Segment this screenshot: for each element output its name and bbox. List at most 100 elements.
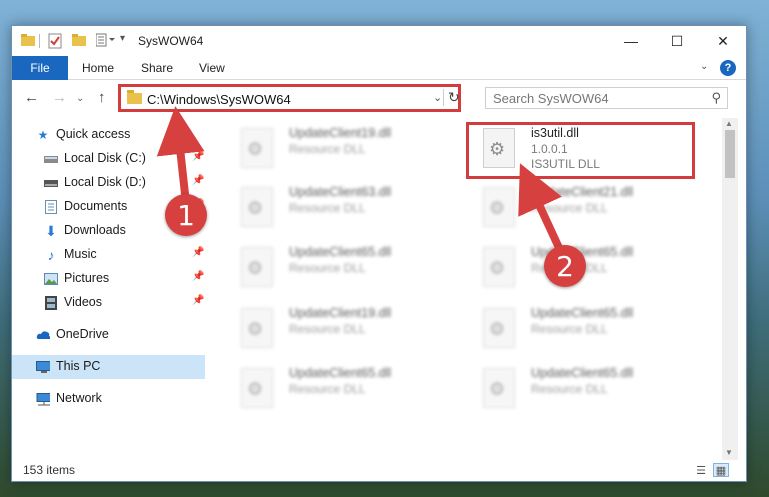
step-badge-1: 1 (165, 194, 207, 236)
sidebar-item-local-disk-c[interactable]: Local Disk (C:) 📌 (12, 147, 205, 171)
cloud-icon (36, 328, 50, 342)
file-type: Resource DLL (289, 382, 366, 396)
download-icon: ⬇ (45, 222, 57, 239)
pin-icon: 📌 (192, 295, 205, 306)
drive-icon (44, 152, 58, 166)
sidebar-item-music[interactable]: ♪ Music 📌 (12, 243, 205, 267)
list-item[interactable]: ⚙ UpdateClient65.dll Resource DLL (227, 360, 452, 416)
list-item[interactable]: ⚙ UpdateClient21.dll Resource DLL (469, 179, 694, 235)
search-box[interactable]: Search SysWOW64 ⚲ (485, 87, 728, 109)
video-icon (44, 296, 58, 310)
properties-icon[interactable] (48, 33, 62, 49)
dll-file-icon: ⚙ (241, 308, 273, 348)
sidebar-item-network[interactable]: Network (12, 387, 205, 411)
sidebar-item-label: Downloads (64, 223, 126, 237)
file-explorer-window: ▾ SysWOW64 — ☐ ✕ File Home Share View ⌄ … (11, 25, 747, 482)
network-icon (36, 392, 50, 406)
sidebar-item-local-disk-d[interactable]: Local Disk (D:) 📌 (12, 171, 205, 195)
sidebar-item-label: Local Disk (C:) (64, 151, 146, 165)
search-icon[interactable]: ⚲ (711, 90, 721, 106)
sidebar-item-onedrive[interactable]: OneDrive (12, 323, 205, 347)
sidebar-item-label: OneDrive (56, 327, 109, 341)
back-arrow-icon[interactable]: ← (24, 89, 39, 106)
separator (39, 34, 40, 48)
dll-file-icon: ⚙ (483, 247, 515, 287)
pin-icon: 📌 (192, 151, 205, 162)
minimize-button[interactable]: — (608, 26, 654, 56)
file-name: UpdateClient65.dll (531, 306, 634, 320)
refresh-icon[interactable]: ↻ (443, 89, 460, 106)
sidebar-item-label: Documents (64, 199, 128, 213)
maximize-button[interactable]: ☐ (654, 26, 700, 56)
large-icons-view-icon[interactable]: ▦ (713, 463, 729, 477)
list-item[interactable]: ⚙ UpdateClient19.dll Resource DLL (227, 300, 452, 356)
sidebar-item-this-pc[interactable]: This PC (12, 355, 205, 379)
title-bar: ▾ SysWOW64 — ☐ ✕ (12, 26, 746, 56)
file-name: UpdateClient65.dll (531, 366, 634, 380)
folder-icon (21, 33, 35, 49)
file-type: Resource DLL (289, 201, 366, 215)
file-type: Resource DLL (289, 322, 366, 336)
new-folder-icon[interactable] (72, 33, 86, 49)
address-path[interactable]: C:\Windows\SysWOW64 (147, 92, 291, 107)
address-bar[interactable]: C:\Windows\SysWOW64 ⌄ ↻ (118, 84, 461, 112)
file-type: Resource DLL (531, 322, 608, 336)
scrollbar-thumb[interactable] (725, 130, 735, 178)
sidebar-item-label: Videos (64, 295, 102, 309)
dll-file-icon: ⚙ (483, 308, 515, 348)
sidebar-item-pictures[interactable]: Pictures 📌 (12, 267, 205, 291)
pin-icon: 📌 (192, 271, 205, 282)
tab-file[interactable]: File (12, 56, 68, 80)
list-item[interactable]: ⚙ UpdateClient65.dll Resource DLL (469, 360, 694, 416)
quick-access-dropdown-icon[interactable]: ▾ (120, 33, 125, 49)
sidebar-item-videos[interactable]: Videos 📌 (12, 291, 205, 315)
drive-icon (44, 176, 58, 190)
file-name: UpdateClient21.dll (531, 185, 634, 199)
dll-file-icon: ⚙ (241, 247, 273, 287)
up-arrow-icon[interactable]: ↑ (98, 89, 106, 106)
item-count: 153 items (23, 463, 76, 477)
list-item[interactable]: ⚙ UpdateClient65.dll Resource DLL (469, 300, 694, 356)
step-badge-2: 2 (544, 245, 586, 287)
folder-icon (127, 90, 142, 104)
list-item[interactable]: ⚙ UpdateClient63.dll Resource DLL (227, 179, 452, 235)
list-item[interactable]: ⚙ UpdateClient19.dll Resource DLL (227, 120, 452, 176)
details-view-icon[interactable]: ☰ (693, 463, 709, 477)
file-type: Resource DLL (531, 201, 608, 215)
sidebar-item-quick-access[interactable]: ★ Quick access (12, 123, 205, 147)
window-title: SysWOW64 (138, 34, 204, 48)
dll-file-icon: ⚙ (241, 128, 273, 168)
tab-view[interactable]: View (199, 56, 225, 80)
sidebar-item-label: Pictures (64, 271, 110, 285)
close-button[interactable]: ✕ (700, 26, 746, 56)
recent-locations-icon[interactable]: ⌄ (76, 93, 84, 104)
status-bar: 153 items ☰ ▦ (12, 460, 746, 482)
file-name: UpdateClient65.dll (289, 366, 392, 380)
customize-toolbar-icon[interactable] (95, 33, 118, 49)
forward-arrow-icon[interactable]: → (52, 89, 67, 106)
vertical-scrollbar[interactable]: ▲ ▼ (722, 118, 738, 460)
pin-icon: 📌 (192, 247, 205, 258)
search-input[interactable]: Search SysWOW64 (493, 91, 609, 106)
sidebar-item-label: Quick access (56, 127, 131, 141)
dll-file-icon: ⚙ (483, 368, 515, 408)
list-item[interactable]: ⚙ UpdateClient65.dll Resource DLL (227, 239, 452, 295)
file-type: Resource DLL (531, 382, 608, 396)
address-dropdown-icon[interactable]: ⌄ (433, 91, 442, 104)
navigation-pane: ★ Quick access Local Disk (C:) 📌 Local D… (12, 118, 205, 453)
tab-share[interactable]: Share (141, 56, 173, 80)
sidebar-item-label: This PC (56, 359, 101, 373)
scroll-up-icon[interactable]: ▲ (725, 119, 733, 128)
expand-ribbon-icon[interactable]: ⌄ (700, 61, 708, 72)
help-button[interactable]: ? (720, 60, 736, 76)
computer-icon (36, 360, 50, 374)
music-icon: ♪ (47, 247, 55, 263)
dll-file-icon: ⚙ (241, 368, 273, 408)
tab-home[interactable]: Home (82, 56, 114, 80)
file-name: UpdateClient63.dll (289, 185, 392, 199)
scroll-down-icon[interactable]: ▼ (725, 448, 733, 457)
file-type: Resource DLL (289, 142, 366, 156)
highlight-box-file (466, 122, 695, 179)
sidebar-item-label: Music (64, 247, 97, 261)
document-icon (44, 200, 58, 214)
